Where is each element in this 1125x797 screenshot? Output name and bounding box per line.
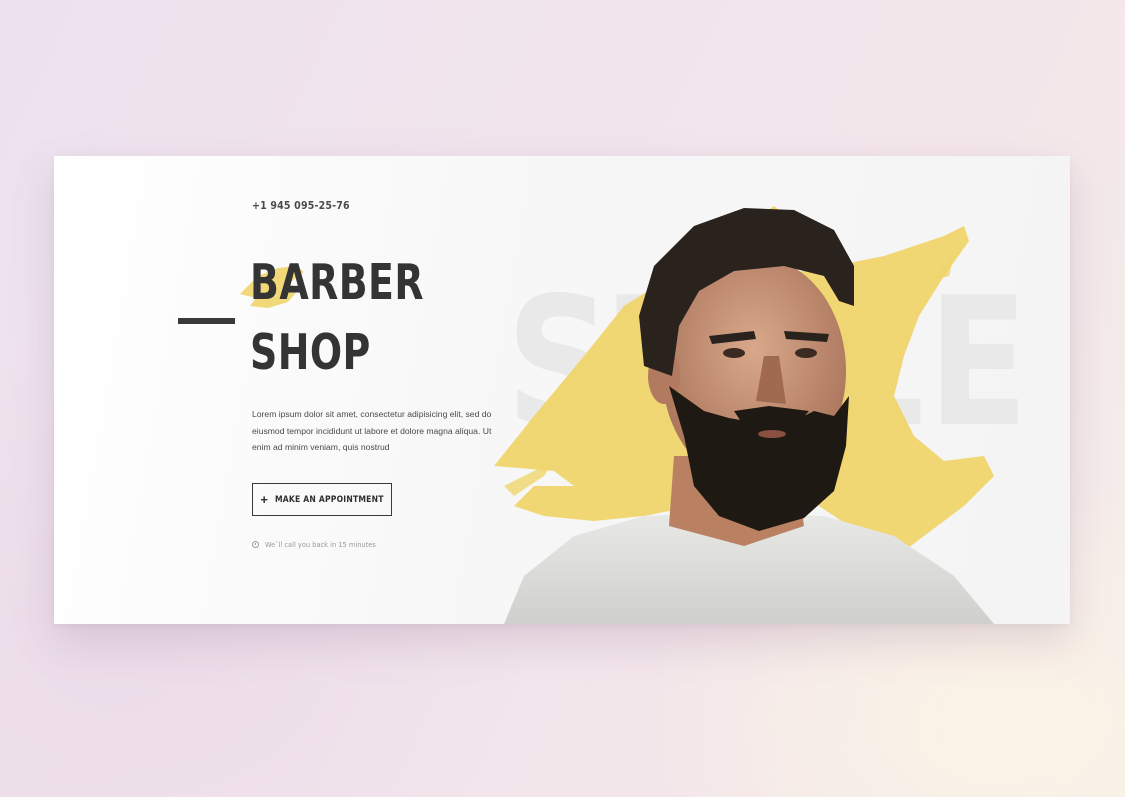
make-appointment-button[interactable]: + MAKE AN APPOINTMENT [252,483,392,516]
hero-description: Lorem ipsum dolor sit amet, consectetur … [252,409,492,452]
bearded-man-portrait [504,208,994,624]
title-line-2: SHOP [250,324,371,381]
callback-note-text: We`ll call you back in 15 minutes [265,540,376,549]
make-appointment-label: MAKE AN APPOINTMENT [274,494,384,505]
page-title: BARBER SHOP [240,254,490,384]
clock-icon [252,541,259,548]
plus-icon: + [260,492,268,507]
hero-card: STYLE [54,156,1070,624]
title-dash-decoration [178,318,235,324]
title-line-1: BARBER [250,254,425,311]
phone-number[interactable]: +1 945 095-25-76 [252,200,350,212]
callback-note: We`ll call you back in 15 minutes [252,540,376,549]
